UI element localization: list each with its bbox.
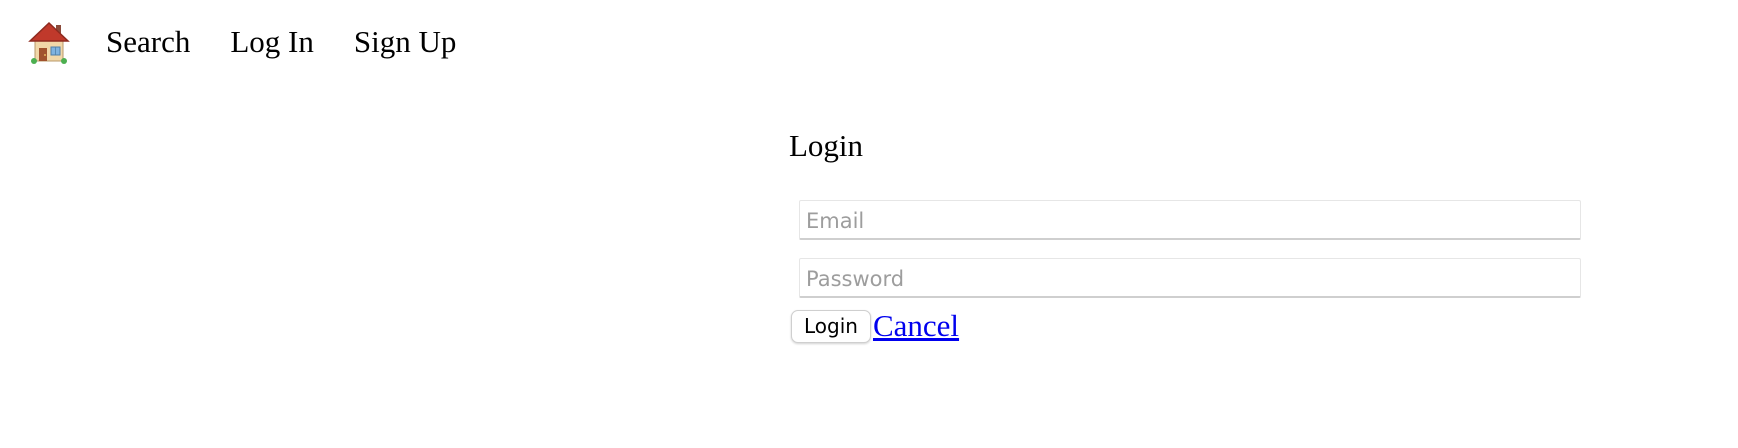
email-field[interactable]	[799, 200, 1581, 240]
house-icon[interactable]	[28, 19, 70, 65]
login-heading: Login	[789, 128, 864, 163]
login-form: Login Login Cancel	[789, 126, 1584, 344]
login-button[interactable]: Login	[791, 309, 871, 343]
nav-signup-link[interactable]: Sign Up	[354, 24, 457, 60]
password-field[interactable]	[799, 258, 1581, 298]
cancel-link[interactable]: Cancel	[873, 308, 959, 344]
nav-login-link[interactable]: Log In	[230, 24, 314, 60]
top-nav: Search Log In Sign Up	[28, 16, 496, 68]
form-actions: Login Cancel	[791, 308, 1584, 344]
nav-search-link[interactable]: Search	[106, 24, 190, 60]
